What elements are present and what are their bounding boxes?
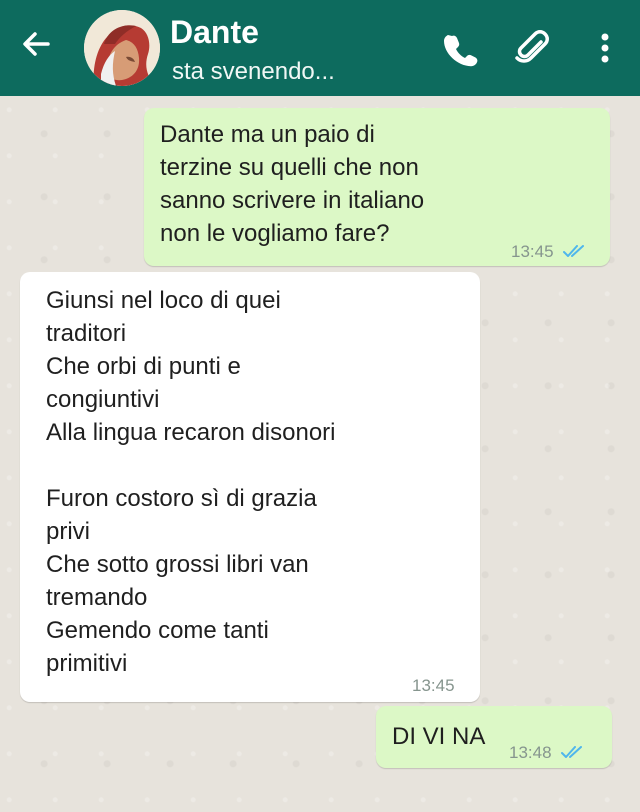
more-options-button[interactable] [585, 28, 625, 68]
timestamp: 13:48 [509, 743, 552, 762]
message-text: Giunsi nel loco di quei traditori Che or… [46, 287, 336, 677]
outgoing-message[interactable]: DI VI NA 13:48 [376, 706, 612, 768]
back-arrow-icon [23, 32, 50, 56]
attach-button[interactable] [512, 28, 552, 68]
message-time: 13:45 [511, 235, 587, 268]
timestamp: 13:45 [412, 676, 455, 695]
message-text: DI VI NA [392, 723, 486, 750]
contact-name[interactable]: Dante [170, 14, 259, 51]
back-button[interactable] [18, 26, 54, 62]
double-check-icon [563, 245, 585, 257]
incoming-message[interactable]: Giunsi nel loco di quei traditori Che or… [20, 272, 480, 702]
contact-avatar[interactable] [84, 10, 160, 86]
timestamp: 13:45 [511, 242, 554, 261]
message-text: Dante ma un paio di terzine su quelli ch… [160, 121, 425, 247]
call-button[interactable] [440, 28, 480, 68]
chat-header: Dante sta svenendo... [0, 0, 640, 96]
outgoing-message[interactable]: Dante ma un paio di terzine su quelli ch… [144, 108, 610, 266]
phone-icon [444, 35, 478, 67]
double-check-icon [561, 746, 583, 758]
more-vert-icon [601, 33, 609, 63]
message-time: 13:48 [509, 736, 585, 769]
contact-status: sta svenendo... [172, 58, 335, 85]
paperclip-icon [515, 30, 549, 63]
